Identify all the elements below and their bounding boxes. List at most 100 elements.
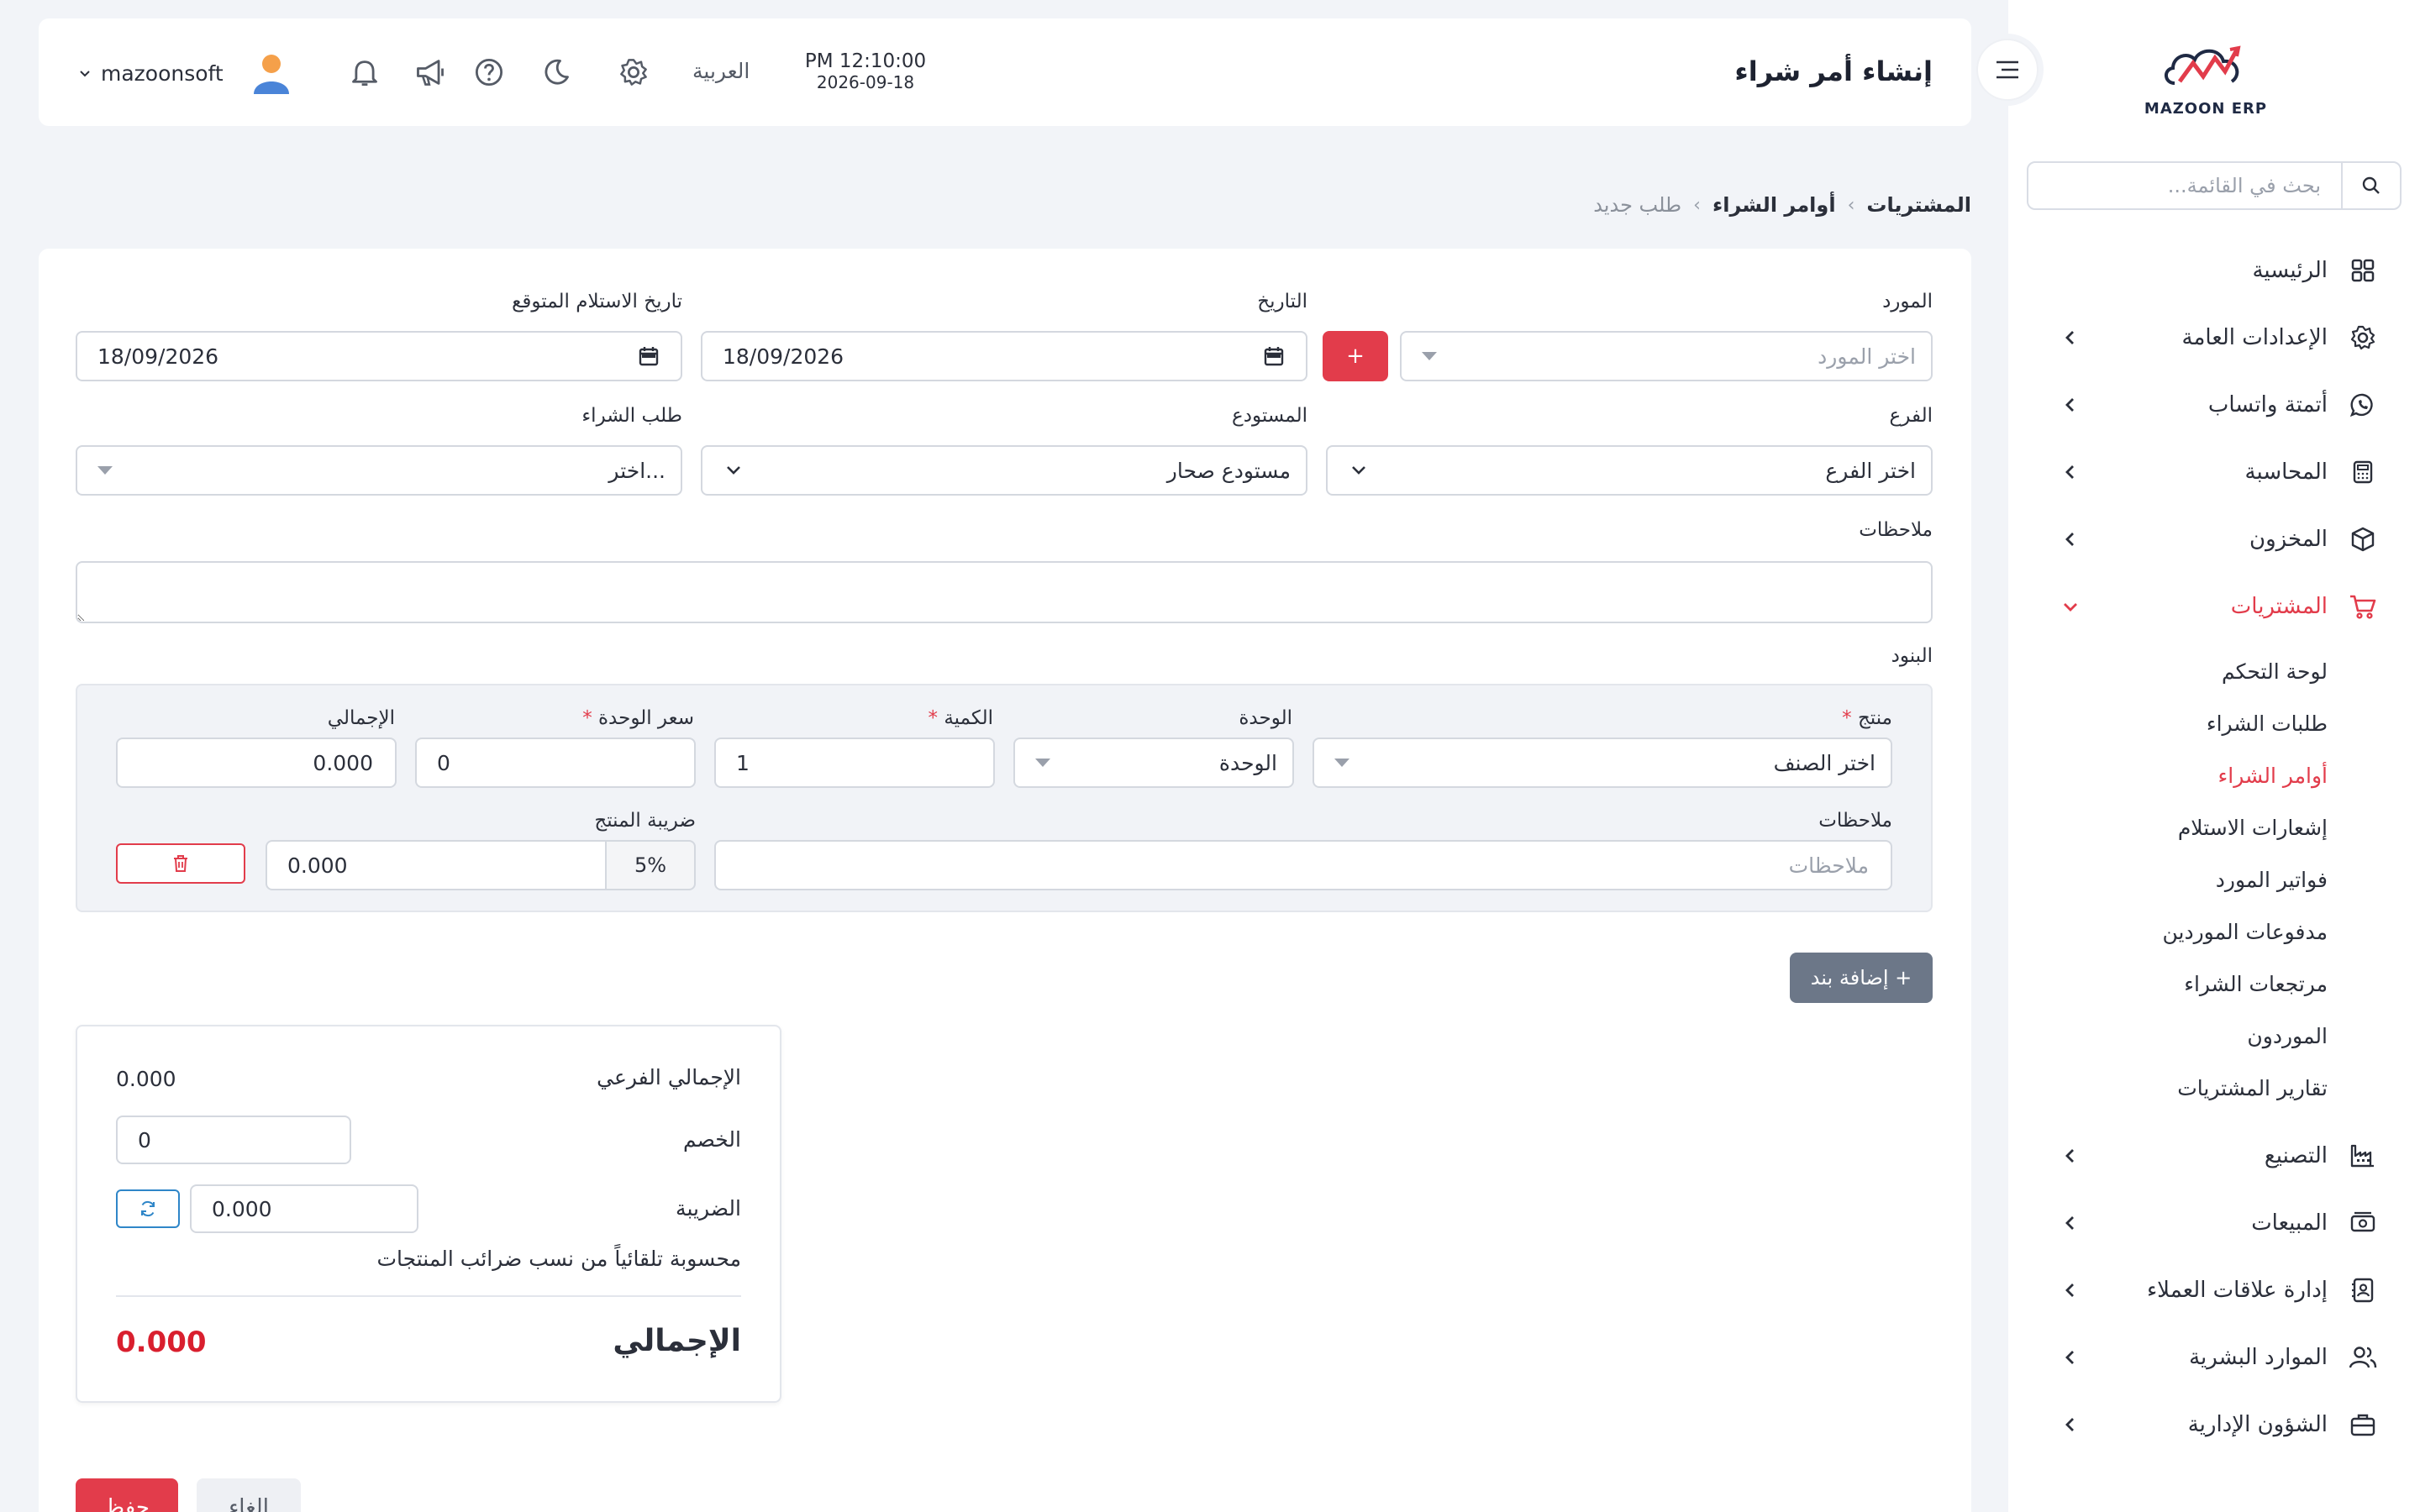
sidebar-toggle-button[interactable] [1971, 34, 2044, 106]
unit-label: الوحدة [1239, 707, 1292, 729]
warehouse-select[interactable]: مستودع صحار [701, 445, 1307, 496]
caret-down-icon [1035, 759, 1050, 767]
breadcrumb-purchase-orders[interactable]: أوامر الشراء [1712, 193, 1836, 217]
sidebar-item-manufacturing[interactable]: التصنيع [2008, 1122, 2420, 1189]
product-tax-label: ضريبة المنتج [594, 810, 696, 832]
breadcrumb-purchases[interactable]: المشتريات [1866, 193, 1971, 217]
unit-price-label: * سعر الوحدة [582, 707, 694, 729]
discount-value: 0 [138, 1127, 151, 1152]
required-mark: * [582, 707, 592, 729]
sidebar-item-label: الموارد البشرية [2189, 1345, 2328, 1370]
unit-price-label-text: سعر الوحدة [598, 707, 694, 729]
product-select[interactable]: اختر الصنف [1313, 738, 1892, 788]
submenu-item-receipt-notes[interactable]: إشعارات الاستلام [2008, 801, 2420, 853]
briefcase-icon [2346, 1408, 2380, 1441]
summary-divider [116, 1295, 741, 1297]
branch-label: الفرع [1889, 405, 1933, 427]
sidebar-item-label: المحاسبة [2244, 459, 2328, 485]
chevron-left-icon [2065, 1216, 2074, 1230]
unit-select[interactable]: الوحدة [1013, 738, 1294, 788]
unit-price-input[interactable]: 0 [415, 738, 696, 788]
totals-summary: الإجمالي الفرعي 0.000 الخصم 0 الضريبة 0.… [76, 1025, 781, 1403]
sidebar-item-accounting[interactable]: المحاسبة [2008, 438, 2420, 506]
warehouse-label: المستودع [1231, 405, 1307, 427]
line-total-label: الإجمالي [327, 707, 395, 729]
submenu-item-supplier-invoices[interactable]: فواتير المورد [2008, 853, 2420, 906]
add-item-button[interactable]: + إضافة بند [1790, 953, 1933, 1003]
bell-icon[interactable] [348, 55, 381, 89]
megaphone-icon[interactable] [413, 55, 447, 89]
line-total-input[interactable]: 0.000 [116, 738, 397, 788]
sidebar-item-label: المخزون [2249, 527, 2328, 552]
quantity-input[interactable]: 1 [714, 738, 995, 788]
discount-label: الخصم [682, 1127, 741, 1152]
purchase-request-select[interactable]: اختر... [76, 445, 682, 496]
calendar-icon[interactable] [1262, 344, 1286, 368]
branch-select[interactable]: اختر الفرع [1326, 445, 1933, 496]
gear-icon[interactable] [617, 55, 650, 89]
sidebar-search [2027, 161, 2402, 210]
tax-total-input[interactable]: 0.000 [190, 1184, 418, 1233]
supplier-value: اختر المورد [1818, 344, 1916, 369]
product-value: اختر الصنف [1773, 750, 1876, 775]
user-menu[interactable]: mazoonsoft [77, 52, 291, 94]
notes-textarea[interactable] [76, 561, 1933, 623]
chevron-left-icon [2065, 533, 2074, 546]
save-button[interactable]: حفظ [76, 1478, 178, 1512]
product-tax-input[interactable]: 0.000 [266, 840, 607, 890]
sidebar-item-label: التصنيع [2264, 1143, 2328, 1168]
submenu-item-suppliers[interactable]: الموردون [2008, 1010, 2420, 1062]
cancel-button[interactable]: الغاء [197, 1478, 301, 1512]
sidebar-item-purchases[interactable]: المشتريات [2008, 573, 2420, 640]
language-switch[interactable]: العربية [692, 59, 750, 83]
sidebar-item-sales[interactable]: المبيعات [2008, 1189, 2420, 1257]
cart-icon [2346, 590, 2380, 623]
branch-value: اختر الفرع [1825, 458, 1916, 483]
sidebar-item-label: الشؤون الإدارية [2187, 1412, 2328, 1437]
product-label: * منتج [1842, 707, 1892, 729]
sidebar-item-label: إدارة علاقات العملاء [2146, 1278, 2328, 1303]
discount-input[interactable]: 0 [116, 1116, 351, 1164]
help-icon[interactable] [472, 55, 506, 89]
calendar-icon[interactable] [637, 344, 660, 368]
submenu-item-dashboard[interactable]: لوحة التحكم [2008, 645, 2420, 697]
item-notes-input[interactable]: ملاحظات [714, 840, 1892, 890]
moon-icon[interactable] [539, 55, 573, 89]
users-icon [2346, 1341, 2380, 1374]
submenu-item-supplier-payments[interactable]: مدفوعات الموردين [2008, 906, 2420, 958]
sidebar-item-crm[interactable]: إدارة علاقات العملاء [2008, 1257, 2420, 1324]
search-icon[interactable] [2341, 163, 2400, 208]
submenu-item-purchase-orders[interactable]: أوامر الشراء [2008, 749, 2420, 801]
sidebar-item-whatsapp[interactable]: أتمتة واتساب [2008, 371, 2420, 438]
sidebar-item-hr[interactable]: الموارد البشرية [2008, 1324, 2420, 1391]
submenu-item-purchase-returns[interactable]: مرتجعات الشراء [2008, 958, 2420, 1010]
caret-down-icon [1334, 759, 1349, 767]
supplier-select[interactable]: اختر المورد [1400, 331, 1933, 381]
add-supplier-button[interactable]: + [1323, 331, 1388, 381]
items-label: البنود [1891, 645, 1933, 667]
sidebar-item-settings[interactable]: الإعدادات العامة [2008, 304, 2420, 371]
subtotal-value: 0.000 [116, 1067, 176, 1091]
unit-price-value: 0 [437, 750, 450, 775]
chevron-down-icon [1352, 466, 1365, 475]
notes-label: ملاحظات [1859, 519, 1933, 541]
app-logo[interactable]: MAZOON ERP [2126, 34, 2286, 118]
clock: PM 12:10:00 2026-09-18 [798, 50, 933, 92]
recalculate-tax-button[interactable] [116, 1189, 180, 1228]
delete-item-button[interactable] [116, 843, 245, 884]
sidebar-item-inventory[interactable]: المخزون [2008, 506, 2420, 573]
username: mazoonsoft [101, 60, 224, 86]
grand-total-value: 0.000 [116, 1326, 207, 1359]
date-input[interactable]: 18/09/2026 [701, 331, 1307, 381]
caret-down-icon [1422, 352, 1437, 360]
chevron-left-icon: ‹ [1847, 194, 1855, 216]
clock-date: 2026-09-18 [816, 72, 915, 92]
item-notes-label: ملاحظات [1818, 810, 1892, 832]
sidebar-item-home[interactable]: الرئيسية [2008, 237, 2420, 304]
sidebar-item-admin-affairs[interactable]: الشؤون الإدارية [2008, 1391, 2420, 1458]
sidebar-search-input[interactable] [2028, 163, 2341, 208]
submenu-item-purchase-requests[interactable]: طلبات الشراء [2008, 697, 2420, 749]
clock-time: PM 12:10:00 [804, 50, 927, 72]
submenu-item-purchase-reports[interactable]: تقارير المشتريات [2008, 1062, 2420, 1114]
expected-date-input[interactable]: 18/09/2026 [76, 331, 682, 381]
